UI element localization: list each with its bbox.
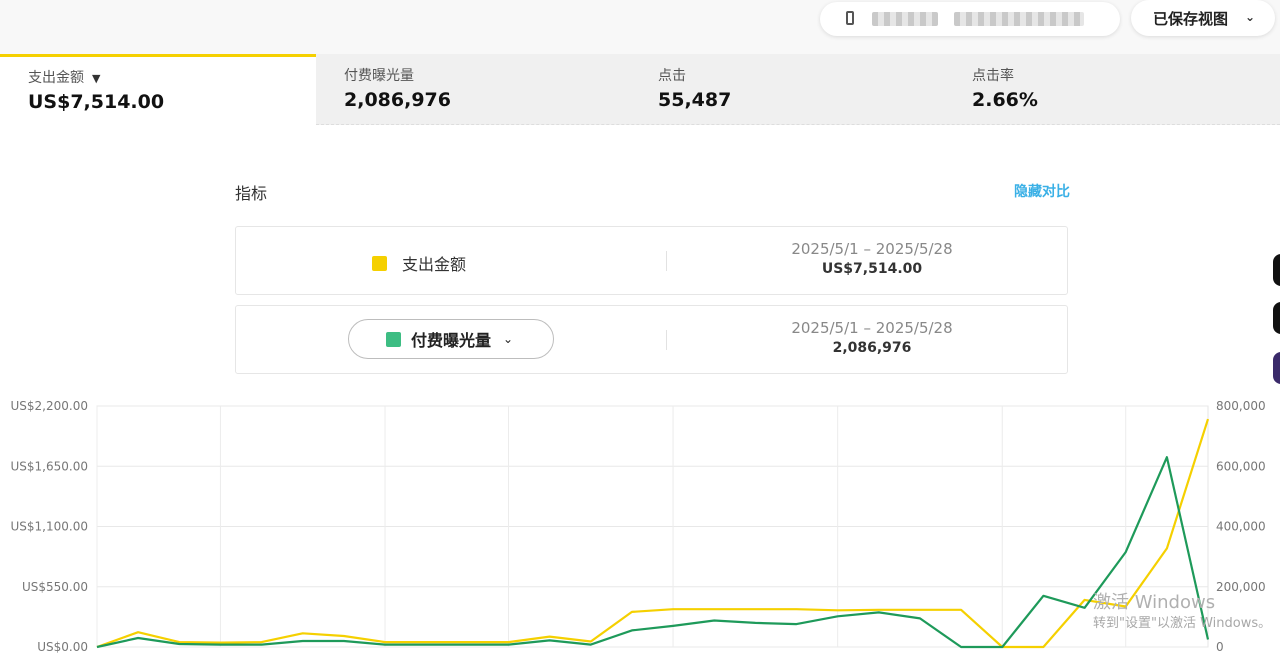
- date-range: 2025/5/1 – 2025/5/28: [791, 319, 953, 337]
- windows-activation-watermark: 激活 Windows: [1093, 592, 1216, 613]
- metric-tabs: 支出金额 ▼ US$7,514.00 付费曝光量 2,086,976 点击 55,…: [0, 54, 1280, 125]
- floating-action-button[interactable]: [1273, 352, 1280, 384]
- metric-total: US$7,514.00: [821, 261, 923, 277]
- series-line: [96, 418, 1210, 649]
- color-swatch: [386, 331, 401, 347]
- y-right-tick-label: 600,000: [1216, 459, 1266, 473]
- tab-value: 55,487: [658, 89, 732, 111]
- tab-label: 点击: [658, 68, 686, 84]
- tab-value: US$7,514.00: [28, 91, 165, 113]
- date-range: 2025/5/1 – 2025/5/28: [791, 240, 953, 258]
- metric-card-primary: 支出金额 2025/5/1 – 2025/5/28 US$7,514.00: [235, 226, 1068, 295]
- y-right-tick-label: 200,000: [1216, 580, 1266, 594]
- chevron-down-icon: ⌄: [1244, 10, 1255, 24]
- y-left-tick-label: US$550.00: [22, 580, 88, 594]
- y-left-tick-label: US$2,200.00: [11, 399, 88, 413]
- secondary-metric-select[interactable]: 付费曝光量 ⌄: [348, 319, 554, 359]
- browser-tab-icon: [846, 11, 854, 25]
- redacted-text: [954, 12, 1084, 26]
- metric-total: 2,086,976: [832, 340, 912, 356]
- tab-value: 2,086,976: [344, 89, 451, 111]
- y-left-tick-label: US$0.00: [37, 640, 88, 653]
- y-right-tick-label: 400,000: [1216, 520, 1266, 534]
- tab-label: 点击率: [972, 68, 1014, 84]
- tab-clicks[interactable]: 点击 55,487: [630, 54, 944, 125]
- chevron-down-icon: ⌄: [503, 332, 514, 346]
- saved-views-label: 已保存视图: [1153, 9, 1229, 28]
- floating-action-button[interactable]: [1273, 302, 1280, 334]
- redacted-text: [872, 12, 938, 26]
- hide-compare-link[interactable]: 隐藏对比: [1014, 181, 1070, 201]
- metrics-heading: 指标: [235, 184, 268, 203]
- y-left-tick-label: US$1,650.00: [11, 459, 88, 473]
- floating-action-button[interactable]: [1273, 254, 1280, 286]
- divider: [316, 124, 1280, 125]
- series-line: [96, 456, 1210, 649]
- legend-spend: 支出金额: [372, 251, 466, 275]
- tab-ctr[interactable]: 点击率 2.66%: [944, 54, 1280, 125]
- top-bar: 已保存视图 ⌄: [0, 0, 1280, 54]
- y-right-tick-label: 800,000: [1216, 399, 1266, 413]
- y-right-tick-label: 0: [1216, 640, 1224, 653]
- metric-card-secondary: 付费曝光量 ⌄ 2025/5/1 – 2025/5/28 2,086,976: [235, 305, 1068, 374]
- saved-views-dropdown[interactable]: 已保存视图 ⌄: [1131, 0, 1275, 36]
- tab-spend[interactable]: 支出金额 ▼ US$7,514.00: [0, 54, 316, 125]
- tab-label: 支出金额: [28, 70, 84, 86]
- color-swatch: [372, 255, 387, 271]
- windows-activation-hint: 转到"设置"以激活 Windows。: [1093, 616, 1272, 631]
- tab-paid-impressions[interactable]: 付费曝光量 2,086,976: [316, 54, 630, 125]
- line-chart: US$0.00 0 US$550.00 200,000 US$1,100.00 400,0…: [11, 399, 1266, 653]
- account-search-box[interactable]: [820, 2, 1120, 36]
- tab-label: 付费曝光量: [344, 68, 414, 84]
- tab-value: 2.66%: [972, 89, 1038, 111]
- caret-down-icon[interactable]: ▼: [92, 72, 100, 85]
- metric-name: 支出金额: [402, 255, 467, 274]
- metric-name: 付费曝光量: [411, 331, 492, 350]
- y-left-tick-label: US$1,100.00: [11, 520, 88, 534]
